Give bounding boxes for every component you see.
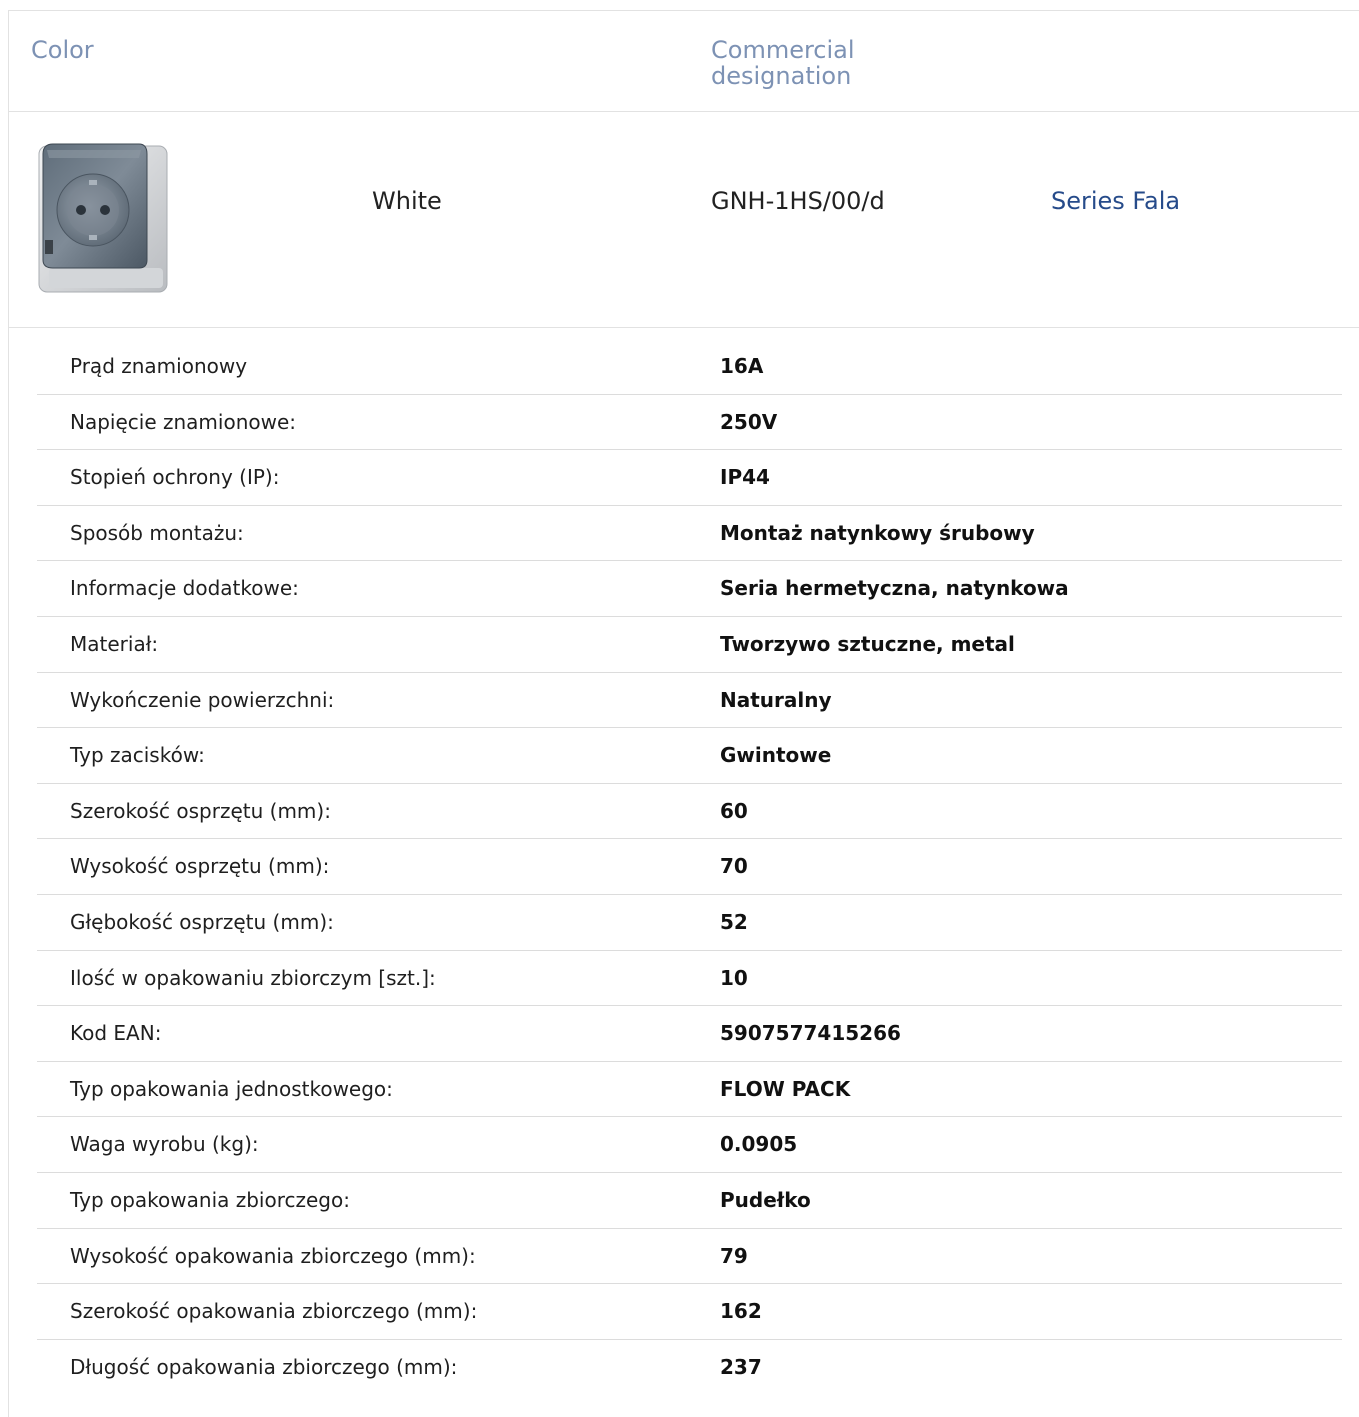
spec-row: Typ opakowania zbiorczego: Pudełko xyxy=(37,1173,1342,1229)
spec-row: Sposób montażu: Montaż natynkowy śrubowy xyxy=(37,506,1342,562)
spec-label: Materiał: xyxy=(70,631,159,656)
spec-row: Wykończenie powierzchni: Naturalny xyxy=(37,673,1342,729)
spec-value: 60 xyxy=(720,798,748,823)
spec-label: Ilość w opakowaniu zbiorczym [szt.]: xyxy=(70,965,436,990)
spec-row: Napięcie znamionowe: 250V xyxy=(37,395,1342,451)
spec-value: 5907577415266 xyxy=(720,1021,901,1046)
spec-value: Montaż natynkowy śrubowy xyxy=(720,520,1035,545)
product-color: White xyxy=(372,187,442,215)
spec-row: Typ zacisków: Gwintowe xyxy=(37,728,1342,784)
spec-value: Gwintowe xyxy=(720,743,832,768)
spec-row: Wysokość opakowania zbiorczego (mm): 79 xyxy=(37,1229,1342,1285)
product-row: White GNH-1HS/00/d Series Fala xyxy=(9,112,1359,328)
spec-row: Wysokość osprzętu (mm): 70 xyxy=(37,839,1342,895)
spec-row: Kod EAN: 5907577415266 xyxy=(37,1006,1342,1062)
spec-label: Prąd znamionowy xyxy=(70,354,248,378)
spec-label: Stopień ochrony (IP): xyxy=(70,465,280,490)
spec-value: Naturalny xyxy=(720,687,832,712)
spec-label: Informacje dodatkowe: xyxy=(70,576,299,601)
table-header-row: Color Commercial designation xyxy=(9,11,1359,112)
spec-label: Typ opakowania jednostkowego: xyxy=(70,1076,393,1101)
spec-value: Tworzywo sztuczne, metal xyxy=(720,631,1015,656)
spec-label: Waga wyrobu (kg): xyxy=(70,1132,259,1157)
spec-row: Waga wyrobu (kg): 0.0905 xyxy=(37,1117,1342,1173)
spec-value: 79 xyxy=(720,1243,748,1268)
spec-label: Typ zacisków: xyxy=(70,743,205,768)
spec-row: Głębokość osprzętu (mm): 52 xyxy=(37,895,1342,951)
spec-value: 162 xyxy=(720,1299,762,1324)
spec-label: Szerokość opakowania zbiorczego (mm): xyxy=(70,1299,478,1324)
series-link[interactable]: Series Fala xyxy=(1051,186,1180,216)
spec-value: 70 xyxy=(720,854,748,879)
spec-label: Szerokość osprzętu (mm): xyxy=(70,798,331,823)
spec-label: Typ opakowania zbiorczego: xyxy=(70,1187,350,1212)
spec-row: Materiał: Tworzywo sztuczne, metal xyxy=(37,617,1342,673)
spec-row: Szerokość osprzętu (mm): 60 xyxy=(37,784,1342,840)
spec-table: Prąd znamionowy 16A Napięcie znamionowe: 2… xyxy=(37,339,1342,1395)
designation-column-header: Commercial designation xyxy=(711,36,855,90)
weatherproof-socket-image xyxy=(38,143,168,293)
spec-label: Długość opakowania zbiorczego (mm): xyxy=(70,1354,458,1379)
spec-row: Ilość w opakowaniu zbiorczym [szt.]: 10 xyxy=(37,951,1342,1007)
spec-value: FLOW PACK xyxy=(720,1076,851,1101)
spec-value: 10 xyxy=(720,965,748,990)
spec-row: Długość opakowania zbiorczego (mm): 237 xyxy=(37,1340,1342,1396)
spec-value: Pudełko xyxy=(720,1187,811,1212)
spec-label: Napięcie znamionowe: xyxy=(70,409,297,434)
spec-value: 237 xyxy=(720,1354,762,1379)
spec-row: Informacje dodatkowe: Seria hermetyczna, … xyxy=(37,561,1342,617)
spec-row: Typ opakowania jednostkowego: FLOW PACK xyxy=(37,1062,1342,1118)
spec-value: 16A xyxy=(720,354,764,378)
spec-label: Wysokość opakowania zbiorczego (mm): xyxy=(70,1243,476,1268)
spec-row: Szerokość opakowania zbiorczego (mm): 162 xyxy=(37,1284,1342,1340)
spec-label: Wykończenie powierzchni: xyxy=(70,687,335,712)
spec-value: 0.0905 xyxy=(720,1132,798,1157)
color-column-header: Color xyxy=(31,36,94,64)
spec-value: Seria hermetyczna, natynkowa xyxy=(720,576,1069,601)
spec-row: Stopień ochrony (IP): IP44 xyxy=(37,450,1342,506)
spec-label: Sposób montażu: xyxy=(70,520,244,545)
spec-label: Kod EAN: xyxy=(70,1021,162,1046)
spec-value: 250V xyxy=(720,409,778,434)
spec-value: 52 xyxy=(720,909,748,934)
spec-row: Prąd znamionowy 16A xyxy=(37,339,1342,395)
spec-value: IP44 xyxy=(720,465,770,490)
product-code: GNH-1HS/00/d xyxy=(711,187,885,215)
spec-label: Głębokość osprzętu (mm): xyxy=(70,909,334,934)
spec-label: Wysokość osprzętu (mm): xyxy=(70,854,330,879)
